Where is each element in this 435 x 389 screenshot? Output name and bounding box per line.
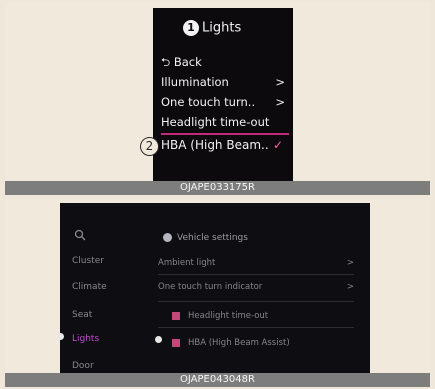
- sidebar-item-lights[interactable]: Lights: [72, 334, 99, 344]
- settings-item-label: Ambient light: [158, 258, 216, 268]
- menu-item-label: HBA (High Beam..: [161, 138, 269, 152]
- chevron-right-icon: >: [346, 258, 354, 268]
- sidebar-item-seat[interactable]: Seat: [72, 310, 92, 320]
- figure-center-display-settings: Cluster Climate Seat Lights Door Vehicle…: [5, 200, 430, 387]
- page-title: Vehicle settings: [163, 233, 248, 243]
- callout-marker-2: 2: [140, 137, 159, 156]
- settings-item-label: One touch turn indicator: [158, 282, 263, 292]
- menu-item-one-touch-turn[interactable]: One touch turn.. >: [161, 95, 289, 109]
- settings-item-label: HBA (High Beam Assist): [188, 338, 290, 348]
- menu-title: 1 Lights: [183, 20, 241, 36]
- menu-item-illumination[interactable]: Illumination >: [161, 75, 289, 89]
- check-icon: ✓: [272, 138, 283, 152]
- sidebar-item-cluster[interactable]: Cluster: [72, 256, 104, 266]
- chevron-right-icon: >: [275, 95, 285, 109]
- menu-title-text: Lights: [202, 20, 242, 36]
- callout-dot-lights: [57, 333, 64, 340]
- settings-item-ambient-light[interactable]: Ambient light >: [158, 258, 354, 268]
- back-item[interactable]: ⮌ Back: [161, 55, 289, 74]
- search-icon[interactable]: [74, 229, 86, 241]
- gear-icon: [163, 233, 172, 242]
- divider: [158, 327, 354, 328]
- divider: [158, 301, 354, 302]
- callout-marker-1: 1: [183, 20, 199, 36]
- callout-dot-hba: [155, 336, 162, 343]
- chevron-right-icon: >: [346, 282, 354, 292]
- page-title-text: Vehicle settings: [177, 233, 248, 243]
- center-display: Cluster Climate Seat Lights Door Vehicle…: [60, 203, 370, 373]
- checkbox-checked-icon[interactable]: [172, 338, 180, 347]
- chevron-right-icon: >: [275, 75, 285, 89]
- settings-item-label: Headlight time-out: [188, 311, 269, 321]
- menu-item-label: Illumination: [161, 75, 229, 89]
- figure-cluster-lights-menu: 1 Lights ⮌ Back Illumination > One touch …: [5, 2, 430, 195]
- sidebar-item-door[interactable]: Door: [72, 361, 94, 371]
- settings-item-hba[interactable]: HBA (High Beam Assist): [172, 338, 368, 348]
- selection-divider: [161, 133, 289, 135]
- figure-caption: OJAPE033175R: [5, 181, 430, 195]
- sidebar-item-climate[interactable]: Climate: [72, 282, 107, 292]
- menu-item-headlight-time-out[interactable]: Headlight time-out: [161, 115, 289, 129]
- checkbox-checked-icon[interactable]: [172, 311, 180, 320]
- figure-caption: OJAPE043048R: [5, 373, 430, 387]
- menu-item-label: One touch turn..: [161, 95, 256, 109]
- menu-item-label: Headlight time-out: [161, 115, 270, 129]
- divider: [158, 274, 354, 275]
- settings-item-headlight-time-out[interactable]: Headlight time-out: [172, 311, 368, 321]
- settings-item-one-touch-turn[interactable]: One touch turn indicator >: [158, 282, 354, 292]
- cluster-display: 1 Lights ⮌ Back Illumination > One touch …: [153, 8, 293, 188]
- menu-item-hba[interactable]: HBA (High Beam.. ✓: [161, 138, 289, 152]
